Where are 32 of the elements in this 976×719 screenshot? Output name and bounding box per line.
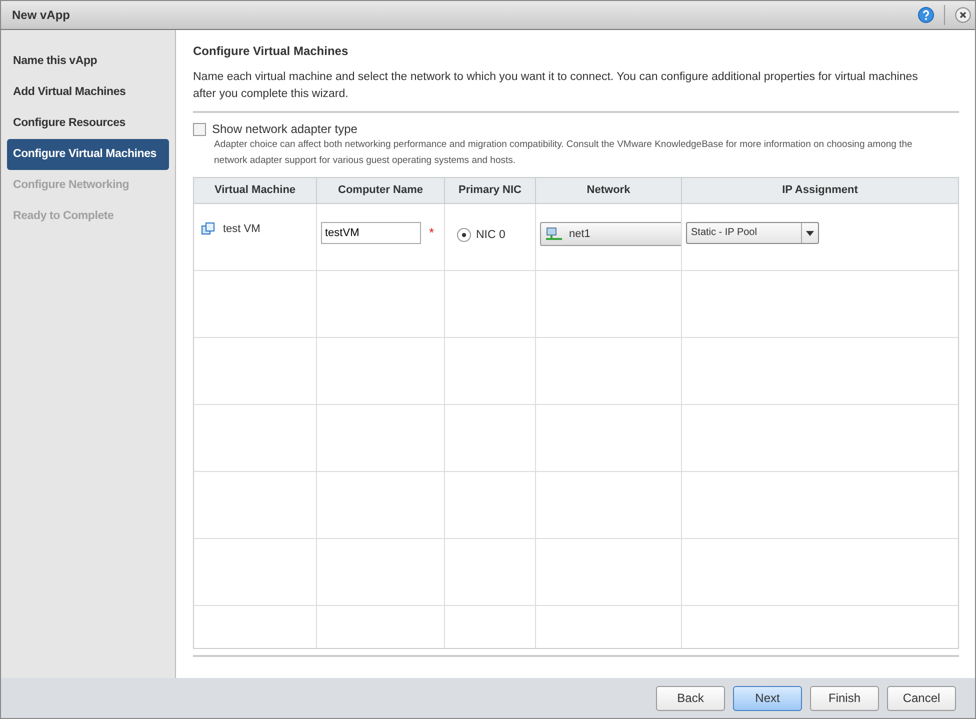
wizard-button[interactable]: Finish (810, 686, 879, 710)
wizard-step[interactable]: Name this vApp (7, 46, 169, 77)
window-title: New vApp (12, 8, 70, 22)
column-header: Virtual Machine (194, 178, 317, 203)
wizard-button[interactable]: Back (656, 686, 725, 710)
column-header: Primary NIC (445, 178, 536, 203)
page-title: Configure Virtual Machines (193, 44, 350, 58)
network-icon (545, 227, 563, 241)
wizard-button[interactable]: Cancel (887, 686, 956, 710)
wizard-step[interactable]: Configure Resources (7, 108, 169, 139)
wizard-step: Ready to Complete (7, 201, 169, 232)
column-header: Computer Name (317, 178, 445, 203)
column-header: Network (536, 178, 682, 203)
page-description: Name each virtual machine and select the network to which you want it to connect. You can configure additional properties for virtual machines after you complete this wizard. (193, 70, 919, 102)
network-button[interactable]: net1 (540, 222, 681, 246)
help-icon[interactable] (918, 7, 934, 23)
nic-radio[interactable]: NIC 0 (449, 222, 531, 242)
column-header: IP Assignment (781, 183, 859, 198)
ip-assignment-dropdown[interactable]: Static - IP Pool (686, 222, 819, 244)
computer-name-field[interactable]: testVM (321, 222, 421, 244)
wizard-step[interactable]: Configure Virtual Machines (7, 139, 169, 170)
caret-icon (806, 230, 814, 236)
wizard-step: Configure Networking (7, 170, 169, 201)
vm-name: test VM (223, 223, 260, 235)
close-icon[interactable] (955, 7, 971, 23)
wizard-button[interactable]: Next (733, 686, 802, 710)
checkbox[interactable] (193, 122, 206, 136)
wizard-step[interactable]: Add Virtual Machines (7, 77, 169, 108)
required-mark: * (429, 225, 434, 240)
vm-icon (201, 222, 215, 236)
checkbox-label[interactable]: Show network adapter type (212, 122, 358, 136)
hint-text: Adapter choice can affect both networking performance and migration compatibility. Consult the VMware KnowledgeBase for more information on choosing among the network adapter support for various guest operating systems and hosts. (213, 138, 914, 168)
